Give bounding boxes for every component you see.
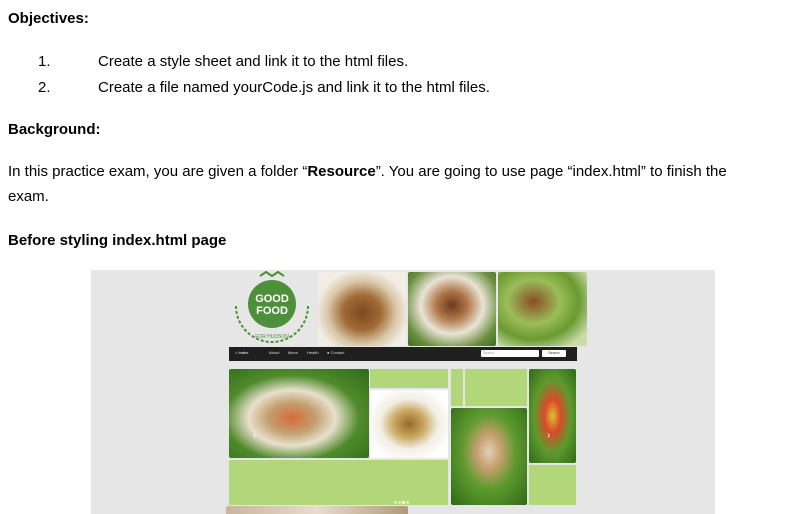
search-button[interactable]: Search (542, 350, 566, 357)
food-photo (529, 369, 576, 463)
logo-line1: GOOD (255, 293, 289, 305)
nav-item-health[interactable]: Health (307, 350, 319, 355)
food-photo (226, 506, 408, 514)
home-icon: ⌂ (235, 350, 238, 355)
green-tile (229, 460, 448, 505)
green-tile (529, 465, 576, 505)
green-tile (465, 369, 527, 406)
objective-number: 1. (38, 53, 51, 70)
paragraph-text: In this practice exam, you are given a f… (8, 163, 308, 180)
search-input[interactable]: Search (481, 350, 539, 357)
chevron-right-icon[interactable]: › (547, 430, 550, 441)
objective-number: 2. (38, 79, 51, 96)
objectives-heading: Objectives: (8, 10, 89, 27)
chevron-left-icon[interactable]: ‹ (253, 430, 256, 441)
carousel-indicators[interactable] (394, 491, 416, 504)
good-food-logo: GOOD FOOD FOR HUDSON (235, 270, 309, 343)
section-heading: Before styling index.html page (8, 232, 227, 249)
nav-item-index[interactable]: ⌂ Index (235, 350, 248, 355)
food-photo (408, 272, 496, 346)
food-photo (498, 272, 587, 346)
nav-label: Contact (330, 350, 345, 355)
objective-text: Create a style sheet and link it to the … (98, 53, 409, 70)
green-tile (370, 369, 448, 388)
nav-item-about[interactable]: About (269, 350, 279, 355)
food-photo (318, 272, 406, 346)
nav-label: Index (238, 350, 249, 355)
background-paragraph: In this practice exam, you are given a f… (8, 159, 768, 209)
nav-item-contact[interactable]: ● Contact (327, 350, 344, 355)
food-photo (451, 408, 527, 505)
objective-text: Create a file named yourCode.js and link… (98, 79, 490, 96)
background-heading: Background: (8, 121, 101, 138)
unstyled-page-screenshot: GOOD FOOD FOR HUDSON ⌂ Index About Menu … (91, 270, 715, 514)
green-tile (451, 369, 463, 406)
logo-sub: FOR HUDSON (255, 334, 289, 340)
navbar: ⌂ Index About Menu Health ● Contact Sear… (229, 347, 577, 361)
resource-folder-name: Resource (307, 163, 376, 180)
food-photo (229, 369, 369, 458)
logo-line2: FOOD (256, 305, 288, 317)
contact-icon: ● (327, 350, 330, 355)
nav-item-menu[interactable]: Menu (288, 350, 298, 355)
food-photo (370, 390, 448, 458)
